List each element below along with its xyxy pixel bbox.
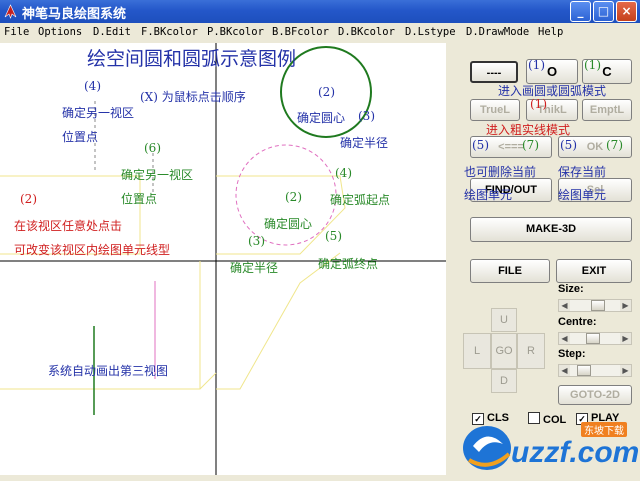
- slider-left-arrow-icon[interactable]: ◀: [559, 333, 570, 344]
- panel-annotation: (1): [584, 58, 601, 72]
- slider-thumb[interactable]: [577, 365, 591, 376]
- panel-annotation: 也可删除当前: [464, 165, 537, 179]
- panel-annotation: (1): [530, 97, 547, 111]
- up-button[interactable]: U: [491, 308, 517, 332]
- step-slider[interactable]: ◀ ▶: [558, 364, 632, 377]
- panel-annotation: (7): [606, 138, 623, 152]
- exit-button[interactable]: EXIT: [556, 259, 632, 283]
- canvas-heading: 绘空间圆和圆弧示意图例: [87, 48, 297, 70]
- annotation: 确定圆心: [297, 111, 346, 125]
- size-slider[interactable]: ◀ ▶: [558, 299, 632, 312]
- slider-right-arrow-icon[interactable]: ▶: [620, 333, 631, 344]
- slider-left-arrow-icon[interactable]: ◀: [559, 300, 570, 311]
- annotation: 确定半径: [230, 261, 279, 275]
- watermark-tag: 东坡下载: [581, 422, 627, 437]
- annotation: (2): [318, 85, 335, 99]
- menu-bar: File Options D.Edit F.BKcolor P.BKcolor …: [0, 23, 640, 43]
- annotation: 确定另一视区: [62, 106, 135, 120]
- goto-2d-button[interactable]: GOTO-2D: [558, 385, 632, 405]
- annotation: 确定弧终点: [318, 257, 379, 271]
- minimize-button[interactable]: _: [570, 1, 591, 22]
- menu-f-bkcolor[interactable]: F.BKcolor: [141, 26, 198, 38]
- slider-right-arrow-icon[interactable]: ▶: [620, 365, 631, 376]
- size-label: Size:: [558, 283, 584, 295]
- panel-annotation: 保存当前: [558, 165, 607, 179]
- annotation: (4): [335, 166, 352, 180]
- close-button[interactable]: ×: [616, 1, 637, 22]
- annotation: (X) 为鼠标点击顺序: [140, 90, 246, 104]
- menu-options[interactable]: Options: [38, 26, 82, 38]
- left-button[interactable]: L: [463, 333, 491, 369]
- annotation: (3): [358, 109, 375, 123]
- menu-help[interactable]: Help: [538, 26, 563, 38]
- down-button[interactable]: D: [491, 369, 517, 393]
- menu-file[interactable]: File: [4, 26, 29, 38]
- step-label: Step:: [558, 348, 586, 360]
- truel-button[interactable]: TrueL: [470, 99, 520, 121]
- annotation: (2): [20, 192, 37, 206]
- centre-label: Centre:: [558, 316, 597, 328]
- go-button[interactable]: GO: [491, 333, 517, 369]
- centre-slider[interactable]: ◀ ▶: [558, 332, 632, 345]
- annotation: (5): [325, 229, 342, 243]
- menu-p-bkcolor[interactable]: P.BKcolor: [207, 26, 264, 38]
- panel-annotation: 进入粗实线模式: [486, 123, 571, 137]
- menu-d-lstype[interactable]: D.Lstype: [405, 26, 456, 38]
- title-bar: 神笔马良绘图系统 _ □ ×: [0, 0, 640, 23]
- window-title: 神笔马良绘图系统: [22, 7, 127, 22]
- panel-annotation: 绘图单元: [558, 188, 607, 202]
- maximize-button[interactable]: □: [593, 1, 614, 22]
- make-3d-button[interactable]: MAKE-3D: [470, 217, 632, 242]
- panel-annotation: (5): [560, 138, 577, 152]
- slider-thumb[interactable]: [591, 300, 605, 311]
- panel-annotation: (5): [472, 138, 489, 152]
- panel-annotation: 绘图单元: [464, 188, 513, 202]
- annotation: (2): [285, 190, 302, 204]
- drawing-canvas[interactable]: 绘空间圆和圆弧示意图例 (4) (X) 为鼠标点击顺序 确定另一视区 位置点 (…: [0, 43, 446, 475]
- slider-thumb[interactable]: [586, 333, 600, 344]
- annotation: 确定弧起点: [330, 193, 391, 207]
- annotation: 确定另一视区: [121, 168, 194, 182]
- slider-left-arrow-icon[interactable]: ◀: [559, 365, 570, 376]
- file-button[interactable]: FILE: [470, 259, 550, 283]
- annotation: 位置点: [62, 130, 99, 144]
- menu-d-bkcolor[interactable]: D.BKcolor: [338, 26, 395, 38]
- menu-b-bfcolor[interactable]: B.BFcolor: [272, 26, 329, 38]
- annotation: (6): [144, 141, 161, 155]
- panel-annotation: (1): [528, 58, 545, 72]
- annotation: (3): [248, 234, 265, 248]
- annotation: 系统自动画出第三视图: [48, 364, 169, 378]
- slider-right-arrow-icon[interactable]: ▶: [620, 300, 631, 311]
- panel-annotation: 进入画圆或圆弧模式: [498, 84, 607, 98]
- menu-d-edit[interactable]: D.Edit: [93, 26, 131, 38]
- annotation: 确定半径: [340, 136, 389, 150]
- watermark-brand: uzzf.com: [511, 436, 640, 469]
- line-type-button[interactable]: ----: [470, 61, 518, 83]
- panel-annotation: (7): [522, 138, 539, 152]
- annotation: (4): [84, 79, 101, 93]
- annotation: 可改变该视区内绘图单元线型: [14, 243, 171, 257]
- menu-d-drawmode[interactable]: D.DrawMode: [466, 26, 529, 38]
- annotation: 确定圆心: [264, 217, 313, 231]
- emptl-button[interactable]: EmptL: [582, 99, 632, 121]
- watermark-logo: uzzf.com 东坡下载: [459, 416, 640, 476]
- annotation: 在该视区任意处点击: [14, 219, 123, 233]
- app-logo-icon: [4, 4, 17, 19]
- right-button[interactable]: R: [517, 333, 545, 369]
- annotation: 位置点: [121, 192, 158, 206]
